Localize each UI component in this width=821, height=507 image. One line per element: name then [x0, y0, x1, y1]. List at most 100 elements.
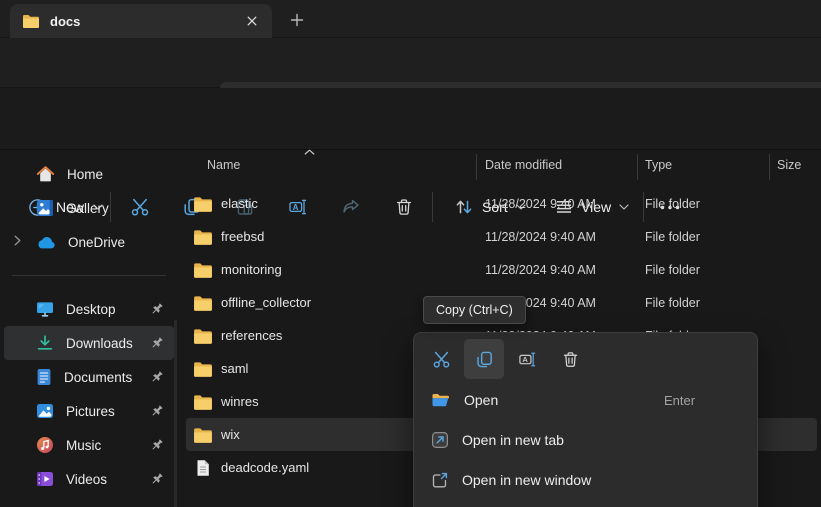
command-bar: New A Sort View [0, 88, 821, 222]
sidebar-item-documents[interactable]: Documents [4, 360, 174, 394]
context-menu: A Open Enter Open in new tab Open in new… [413, 332, 758, 507]
menu-item-open-in-new-tab[interactable]: Open in new tab [419, 421, 752, 459]
folder-icon [22, 14, 40, 28]
file-type: File folder [645, 262, 700, 277]
sidebar-item-label: Videos [66, 471, 108, 487]
file-list-header: Name Date modified Type Size [186, 149, 821, 182]
file-type: File folder [645, 196, 700, 211]
menu-item-open-in-new-window[interactable]: Open in new window [419, 461, 752, 499]
gallery-icon [36, 199, 54, 217]
home-icon [36, 165, 55, 183]
copy-tooltip: Copy (Ctrl+C) [423, 296, 526, 324]
column-header-date[interactable]: Date modified [485, 158, 562, 172]
menu-item-label: Open [464, 392, 499, 408]
file-name: saml [221, 361, 249, 376]
svg-text:A: A [522, 355, 528, 364]
sidebar-scrollbar[interactable] [174, 320, 177, 507]
context-menu-icon-row: A [419, 339, 752, 379]
folder-icon [193, 361, 213, 377]
file-name: deadcode.yaml [221, 460, 310, 475]
column-divider[interactable] [476, 154, 477, 180]
pin-icon [150, 336, 164, 350]
folder-icon [193, 427, 213, 443]
pin-icon [150, 438, 164, 452]
sidebar-divider [12, 275, 166, 276]
column-divider[interactable] [637, 154, 638, 180]
open-folder-icon [431, 392, 451, 408]
sidebar-item-home[interactable]: Home [4, 157, 174, 191]
sort-ascending-icon [304, 149, 315, 155]
column-header-type[interactable]: Type [645, 158, 672, 172]
downloads-icon [36, 334, 54, 352]
sidebar: Home Gallery OneDrive Desktop Downloads … [0, 150, 178, 507]
folder-icon [193, 295, 213, 311]
column-header-size[interactable]: Size [777, 158, 801, 172]
new-tab-button[interactable] [284, 7, 310, 33]
file-name: elastic [221, 196, 258, 211]
file-date: 11/28/2024 9:40 AM [485, 229, 596, 244]
tab-docs[interactable]: docs [10, 4, 272, 38]
file-explorer-window: docs Downloads velocira [0, 0, 821, 507]
cut-button[interactable] [421, 339, 461, 379]
sidebar-item-desktop[interactable]: Desktop [4, 292, 174, 326]
file-name: freebsd [221, 229, 265, 244]
sidebar-item-label: Documents [64, 369, 133, 385]
sidebar-item-pictures[interactable]: Pictures [4, 394, 174, 428]
navigation-bar: Downloads velociraptor docs [0, 38, 821, 120]
desktop-icon [36, 301, 54, 317]
tab-bar: docs [0, 0, 821, 38]
music-icon [36, 436, 54, 454]
file-name: winres [221, 394, 259, 409]
delete-button[interactable] [550, 339, 590, 379]
column-divider[interactable] [769, 154, 770, 180]
onedrive-cloud-icon [36, 236, 56, 249]
expand-chevron-icon[interactable] [14, 235, 21, 246]
file-name: offline_collector [221, 295, 312, 310]
folder-icon [193, 328, 213, 344]
rename-button[interactable]: A [507, 339, 547, 379]
menu-item-label: Open in new tab [462, 432, 564, 448]
sidebar-item-gallery[interactable]: Gallery [4, 191, 174, 225]
file-row-freebsd[interactable]: freebsd 11/28/2024 9:40 AM File folder [186, 220, 817, 253]
pin-icon [150, 404, 164, 418]
sidebar-item-label: Downloads [66, 335, 133, 351]
menu-item-label: Open in new window [462, 472, 592, 488]
file-type: File folder [645, 295, 700, 310]
file-type: File folder [645, 229, 700, 244]
videos-icon [36, 471, 54, 487]
tooltip-text: Copy (Ctrl+C) [436, 303, 513, 317]
open-new-tab-icon [431, 431, 449, 449]
documents-icon [36, 368, 52, 386]
sidebar-item-label: Music [66, 437, 102, 453]
sidebar-item-onedrive[interactable]: OneDrive [4, 225, 174, 259]
menu-item-open[interactable]: Open Enter [419, 381, 752, 419]
sidebar-item-label: Gallery [66, 200, 109, 216]
sidebar-item-music[interactable]: Music [4, 428, 174, 462]
sidebar-item-videos[interactable]: Videos [4, 462, 174, 496]
sidebar-item-label: Home [67, 166, 104, 182]
sidebar-item-downloads[interactable]: Downloads [4, 326, 174, 360]
copy-button[interactable] [464, 339, 504, 379]
open-new-window-icon [431, 471, 449, 489]
file-date: 11/28/2024 9:40 AM [485, 196, 596, 211]
close-tab-icon[interactable] [240, 9, 264, 33]
file-row-monitoring[interactable]: monitoring 11/28/2024 9:40 AM File folde… [186, 253, 817, 286]
sidebar-item-label: OneDrive [68, 234, 126, 250]
tab-title: docs [50, 13, 81, 29]
file-date: 11/28/2024 9:40 AM [485, 262, 596, 277]
pictures-icon [36, 403, 54, 419]
menu-item-shortcut: Enter [664, 392, 696, 408]
pin-icon [150, 302, 164, 316]
folder-icon [193, 229, 213, 245]
file-row-elastic[interactable]: elastic 11/28/2024 9:40 AM File folder [186, 187, 817, 220]
column-header-name[interactable]: Name [207, 158, 240, 172]
file-name: monitoring [221, 262, 282, 277]
pin-icon [150, 370, 164, 384]
sidebar-item-label: Pictures [66, 403, 115, 419]
sidebar-item-label: Desktop [66, 301, 116, 317]
folder-icon [193, 394, 213, 410]
folder-icon [193, 262, 213, 278]
folder-icon [193, 196, 213, 212]
document-file-icon [193, 459, 213, 477]
pin-icon [150, 472, 164, 486]
